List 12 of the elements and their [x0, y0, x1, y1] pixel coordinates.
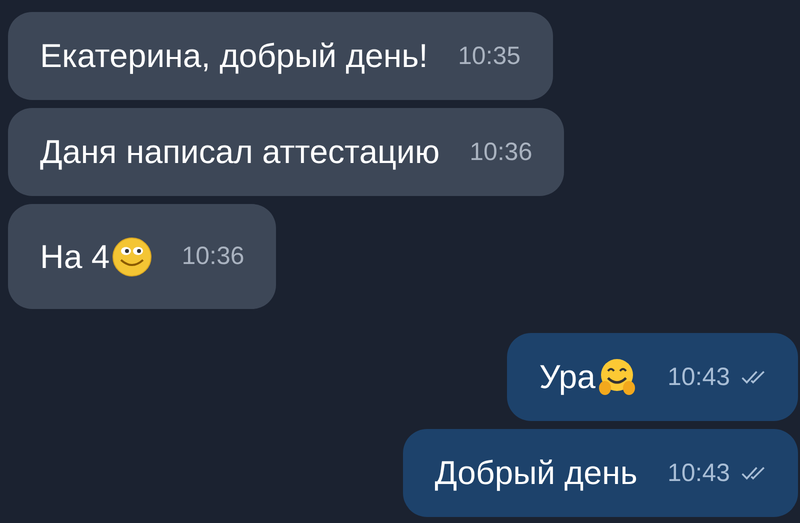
message-text: Даня написал аттестацию: [40, 133, 440, 171]
message-time: 10:35: [458, 42, 521, 70]
smiley-icon: [112, 236, 152, 276]
message-time: 10:36: [470, 138, 532, 166]
message-text: Екатерина, добрый день!: [40, 37, 428, 75]
message-text: Ура: [539, 358, 596, 396]
message-time: 10:43: [667, 458, 730, 488]
hugging-face-icon: [597, 357, 638, 397]
message-text: На 4: [40, 238, 110, 276]
message-time: 10:36: [182, 242, 244, 271]
message-text: Добрый день: [434, 454, 638, 492]
message-time: 10:43: [667, 362, 730, 392]
